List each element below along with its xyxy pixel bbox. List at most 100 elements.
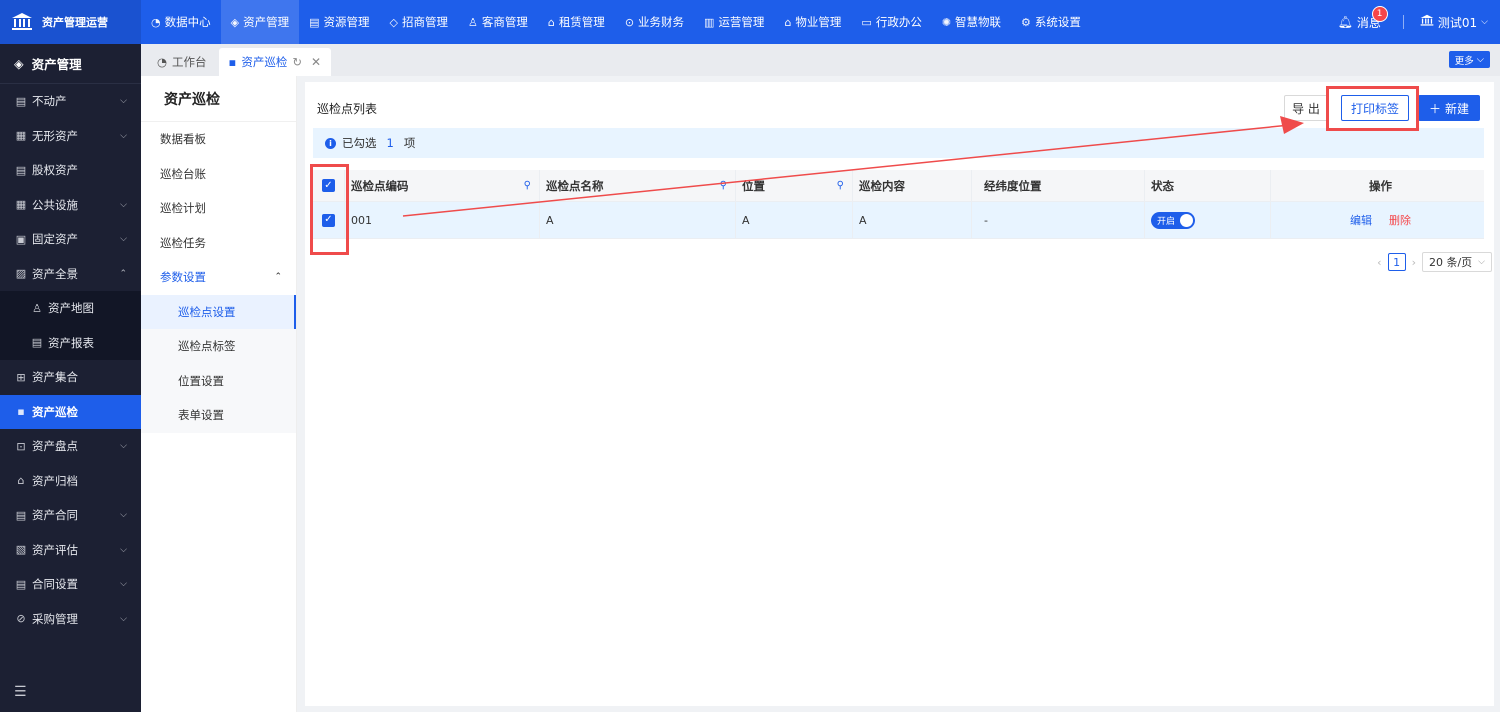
close-icon[interactable]: ✕ [311,55,321,69]
more-button[interactable]: 更多 ⌵ [1448,51,1490,68]
user-menu[interactable]: 测试01 ⌵ [1420,14,1488,31]
search-icon[interactable]: ⚲ [524,180,531,191]
column-label: 状态 [1151,178,1174,193]
sidebar-item-asset-stocktake[interactable]: ⊡ 资产盘点 ⌵ [0,429,141,464]
chevron-up-icon: ⌃ [274,272,282,283]
user-name: 测试01 [1437,15,1478,30]
cell-status: 开启 [1145,202,1271,238]
toggle-knob [1180,213,1193,227]
submenu-item-inspection-plan[interactable]: 巡检计划 [141,191,296,226]
sidebar-item-asset-panorama[interactable]: ▨ 资产全景 ⌃ [0,257,141,292]
submenu-item-form-settings[interactable]: 表单设置 [141,398,296,433]
facility-icon: ▦ [15,198,27,212]
sidebar-item-asset-collection[interactable]: ⊞ 资产集合 [0,360,141,395]
brand[interactable]: 资产管理运营 [0,0,141,44]
sidebar-item-asset-inspection[interactable]: ▪ 资产巡检 [0,394,141,429]
map-pin-icon: ♙ [32,301,42,315]
topnav-smart-iot[interactable]: ✺ 智慧物联 [932,0,1011,44]
refresh-icon[interactable]: ↻ [292,55,302,69]
topnav-label: 业务财务 [638,15,685,29]
delete-link[interactable]: 删除 [1389,212,1411,228]
sidebar-item-equity-assets[interactable]: ▤ 股权资产 [0,153,141,188]
cube-icon: ◈ [14,56,24,71]
topnav-asset-management[interactable]: ◈ 资产管理 [220,0,300,44]
tab-asset-inspection[interactable]: ▪ 资产巡检 ↻ ✕ [218,48,332,76]
topnav-property-management[interactable]: ⌂ 物业管理 [774,0,851,44]
topnav-resource-management[interactable]: ▤ 资源管理 [299,0,379,44]
list-title: 巡检点列表 [317,102,378,116]
submenu-item-label: 巡检点设置 [178,304,236,319]
sidebar-item-asset-map[interactable]: ♙ 资产地图 [0,291,141,326]
topnav-admin-office[interactable]: ▭ 行政办公 [851,0,931,44]
messages-button[interactable]: 🔔︎ 消息 1 [1338,5,1388,31]
collapse-menu-icon[interactable]: ☰ [14,684,27,700]
table-header: ✓ 巡检点编码 ⚲ 巡检点名称 ⚲ 位置 ⚲ 巡检内容 经纬度位置 状态 操作 [313,170,1484,202]
sidebar-item-label: 资产集合 [32,370,78,385]
topnav-business-finance[interactable]: ⊙ 业务财务 [615,0,694,44]
search-icon[interactable]: ⚲ [720,180,727,191]
topnav-data-center[interactable]: ◔ 数据中心 [141,0,221,44]
column-header-status: 状态 [1145,170,1271,201]
column-label: 位置 [742,178,765,193]
sidebar-item-purchase-management[interactable]: ⊘ 采购管理 ⌵ [0,602,141,637]
topnav-lease-management[interactable]: ⌂ 租赁管理 [538,0,615,44]
submenu-item-label: 位置设置 [178,373,224,388]
submenu-item-location-settings[interactable]: 位置设置 [141,363,296,398]
page-size-select[interactable]: 20 条/页 ⌵ [1421,252,1492,272]
submenu-item-label: 巡检点标签 [178,339,236,354]
sidebar-item-contract-settings[interactable]: ▤ 合同设置 ⌵ [0,567,141,602]
tab-workbench[interactable]: ◔ 工作台 [147,48,217,76]
cell-name: A [540,202,736,238]
sidebar-item-fixed-assets[interactable]: ▣ 固定资产 ⌵ [0,222,141,257]
submenu-item-point-labels[interactable]: 巡检点标签 [141,329,296,364]
asset-icon: ▣ [15,232,27,246]
next-page-icon[interactable]: › [1412,256,1416,269]
topnav-label: 物业管理 [795,15,842,29]
topnav-merchant-management[interactable]: ♙ 客商管理 [458,0,538,44]
selection-suffix: 项 [403,136,416,150]
cell-code: 001 [345,202,540,238]
selection-count: 1 [386,136,394,150]
topnav-investment-management[interactable]: ◇ 招商管理 [379,0,457,44]
sidebar-item-label: 资产归档 [32,473,78,488]
chart-icon: ▥ [704,15,715,29]
grid-icon: ⊞ [16,370,26,384]
submenu-item-label: 巡检台账 [160,166,206,181]
sidebar-item-intangible-assets[interactable]: ▦ 无形资产 ⌵ [0,119,141,154]
sidebar-item-label: 资产地图 [48,301,94,316]
sidebar-item-label: 公共设施 [32,197,78,212]
submenu-item-inspection-ledger[interactable]: 巡检台账 [141,157,296,192]
chevron-down-icon: ⌵ [120,544,127,555]
inspect-icon: ▪ [17,405,25,419]
sidebar-item-public-facilities[interactable]: ▦ 公共设施 ⌵ [0,188,141,223]
gear-icon: ⚙ [1021,15,1031,29]
tab-label: 资产巡检 [241,55,288,69]
page-size-label: 20 条/页 [1428,256,1473,269]
submenu-item-label: 参数设置 [160,270,206,285]
page-number[interactable]: 1 [1387,253,1406,271]
export-button[interactable]: 导 出 [1284,95,1328,121]
status-toggle[interactable]: 开启 [1151,211,1195,229]
sidebar-item-real-estate[interactable]: ▤ 不动产 ⌵ [0,84,141,119]
topnav-label: 客商管理 [481,15,528,29]
chevron-down-icon: ⌵ [120,579,127,590]
prev-page-icon[interactable]: ‹ [1377,256,1381,269]
submenu-item-point-settings[interactable]: 巡检点设置 [141,294,296,329]
edit-link[interactable]: 编辑 [1350,212,1372,228]
sidebar-item-asset-contract[interactable]: ▤ 资产合同 ⌵ [0,498,141,533]
table-row[interactable]: ✓ 001 A A A - 开启 编辑 删除 [313,202,1484,239]
new-button[interactable]: ＋ 新建 [1418,95,1480,121]
topnav-system-settings[interactable]: ⚙ 系统设置 [1011,0,1091,44]
sidebar-item-asset-evaluation[interactable]: ▧ 资产评估 ⌵ [0,533,141,568]
sidebar-item-asset-archive[interactable]: ⌂ 资产归档 [0,464,141,499]
search-icon[interactable]: ⚲ [837,180,844,191]
submenu-item-label: 数据看板 [160,132,206,147]
submenu-item-data-board[interactable]: 数据看板 [141,122,296,157]
submenu-item-inspection-task[interactable]: 巡检任务 [141,226,296,261]
sidebar-title[interactable]: ◈ 资产管理 [0,44,141,84]
selection-info-bar: i 已勾选 1 项 [313,128,1484,158]
sidebar-item-asset-report[interactable]: ▤ 资产报表 [0,325,141,360]
submenu-group-parameter-settings[interactable]: 参数设置 ⌃ [141,260,296,295]
info-icon: i [325,137,336,149]
topnav-operations-management[interactable]: ▥ 运营管理 [694,0,774,44]
